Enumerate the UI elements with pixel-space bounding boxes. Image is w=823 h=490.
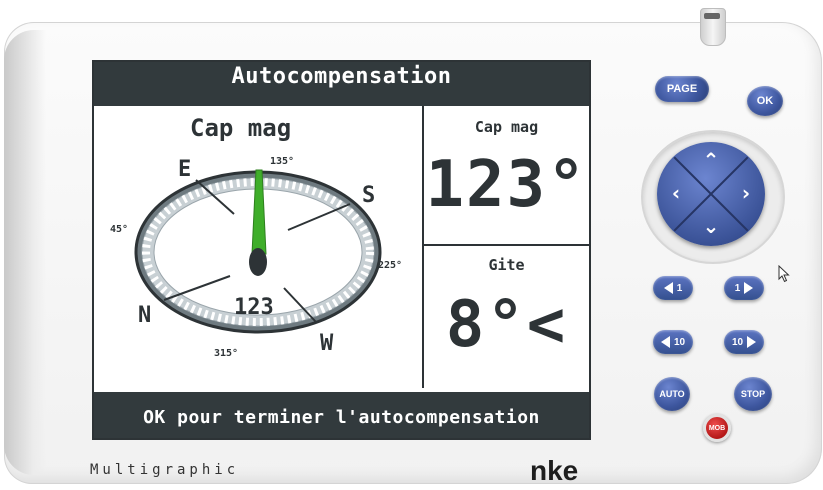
left-arrow-icon	[663, 282, 673, 294]
right-arrow-icon	[744, 282, 754, 294]
auto-button[interactable]: AUTO	[654, 377, 690, 411]
degree-label-225: 225°	[378, 260, 402, 271]
dpad-left-button[interactable]: ‹	[662, 179, 690, 207]
cardinal-e: E	[178, 157, 191, 182]
device-left-edge	[4, 30, 46, 475]
plus-10-label: 10	[731, 336, 744, 348]
ok-button[interactable]: OK	[747, 86, 783, 116]
cardinal-n: N	[138, 303, 151, 328]
degree-label-315: 315°	[214, 348, 238, 359]
cap-mag-label: Cap mag	[474, 118, 539, 136]
compass-hub	[249, 248, 267, 276]
right-arrow-icon	[747, 336, 757, 348]
minus-1-label: 1	[676, 282, 683, 294]
gite-label: Gite	[488, 256, 525, 274]
minus-1-button[interactable]: 1	[653, 276, 693, 300]
brand-multigraphic: Multigraphic	[90, 462, 240, 478]
dpad-down-button[interactable]: ⌄	[697, 212, 725, 240]
cardinal-s: S	[362, 183, 375, 208]
left-arrow-icon	[660, 336, 670, 348]
plus-1-label: 1	[734, 282, 741, 294]
cardinal-w: W	[320, 331, 334, 356]
minus-10-button[interactable]: 10	[653, 330, 693, 354]
minus-10-label: 10	[673, 336, 686, 348]
compass-dial: E S N W 135° 45° 225° 315° 123	[110, 156, 402, 359]
stop-button[interactable]: STOP	[734, 377, 772, 411]
degree-label-45: 45°	[110, 224, 128, 235]
page-button[interactable]: PAGE	[655, 76, 709, 102]
mouse-cursor-icon	[778, 265, 790, 283]
screen-header: Autocompensation	[94, 62, 589, 92]
top-connector	[700, 8, 726, 46]
mob-button[interactable]: MOB	[703, 414, 731, 442]
compass-title: Cap mag	[190, 114, 292, 142]
dpad-up-button[interactable]: ⌃	[697, 146, 725, 174]
plus-1-button[interactable]: 1	[724, 276, 764, 300]
display-screen: Autocompensation OK pour terminer l'auto…	[92, 60, 591, 440]
gite-value: 8°<	[445, 288, 568, 362]
cap-mag-value: 123°	[425, 148, 588, 222]
horizontal-divider	[424, 244, 589, 246]
screen-footer: OK pour terminer l'autocompensation	[94, 400, 589, 438]
degree-label-135: 135°	[270, 156, 294, 167]
compass-heading-value: 123	[234, 295, 274, 320]
plus-10-button[interactable]: 10	[724, 330, 764, 354]
brand-nke-logo: nke	[530, 455, 579, 486]
dpad-right-button[interactable]: ›	[732, 179, 760, 207]
